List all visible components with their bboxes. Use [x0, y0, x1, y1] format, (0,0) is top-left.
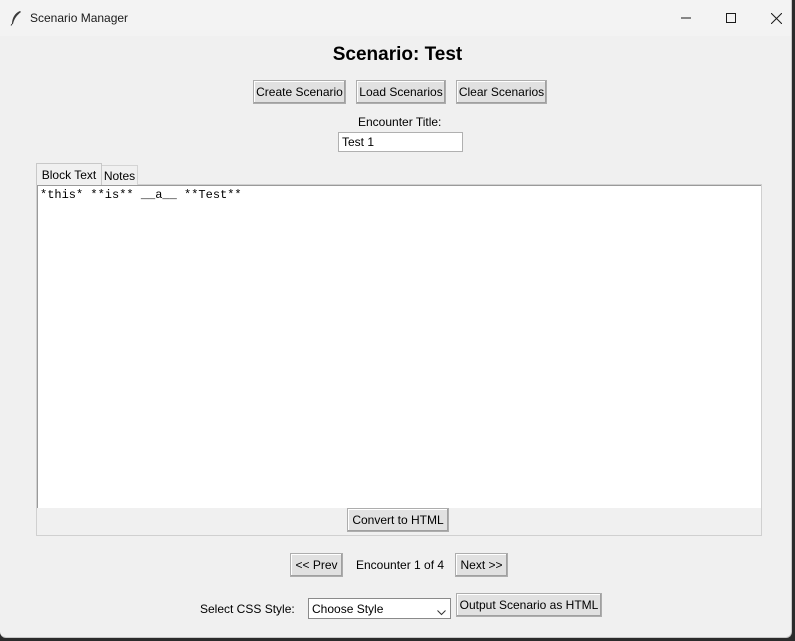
tab-block-text[interactable]: Block Text — [36, 163, 102, 185]
feather-icon — [9, 10, 23, 26]
encounter-title-input[interactable]: Test 1 — [338, 132, 463, 152]
scenario-heading: Scenario: Test — [332, 44, 463, 65]
title-bar[interactable]: Scenario Manager — [0, 0, 791, 36]
create-scenario-button[interactable]: Create Scenario — [253, 80, 346, 104]
css-style-label: Select CSS Style: — [200, 602, 295, 616]
clear-scenarios-button[interactable]: Clear Scenarios — [456, 80, 547, 104]
close-button[interactable] — [753, 0, 791, 36]
encounter-status: Encounter 1 of 4 — [356, 558, 445, 572]
prev-button[interactable]: << Prev — [290, 553, 343, 577]
app-window: Scenario Manager Scenario: Test Create S… — [0, 0, 792, 638]
next-button[interactable]: Next >> — [455, 553, 508, 577]
minimize-button[interactable] — [663, 0, 709, 36]
css-style-select[interactable]: Choose Style — [308, 598, 451, 619]
output-scenario-html-button[interactable]: Output Scenario as HTML — [456, 593, 602, 617]
chevron-down-icon — [437, 605, 446, 619]
tab-notes[interactable]: Notes — [101, 165, 138, 185]
encounter-title-label: Encounter Title: — [358, 115, 442, 129]
close-icon — [770, 12, 782, 24]
css-style-selected: Choose Style — [312, 602, 384, 616]
maximize-icon — [726, 13, 736, 23]
block-text-editor[interactable]: *this* **is** __a__ **Test** — [37, 185, 761, 508]
maximize-button[interactable] — [708, 0, 754, 36]
window-title: Scenario Manager — [30, 11, 129, 25]
convert-to-html-button[interactable]: Convert to HTML — [347, 508, 449, 532]
load-scenarios-button[interactable]: Load Scenarios — [356, 80, 446, 104]
minimize-icon — [681, 13, 691, 23]
